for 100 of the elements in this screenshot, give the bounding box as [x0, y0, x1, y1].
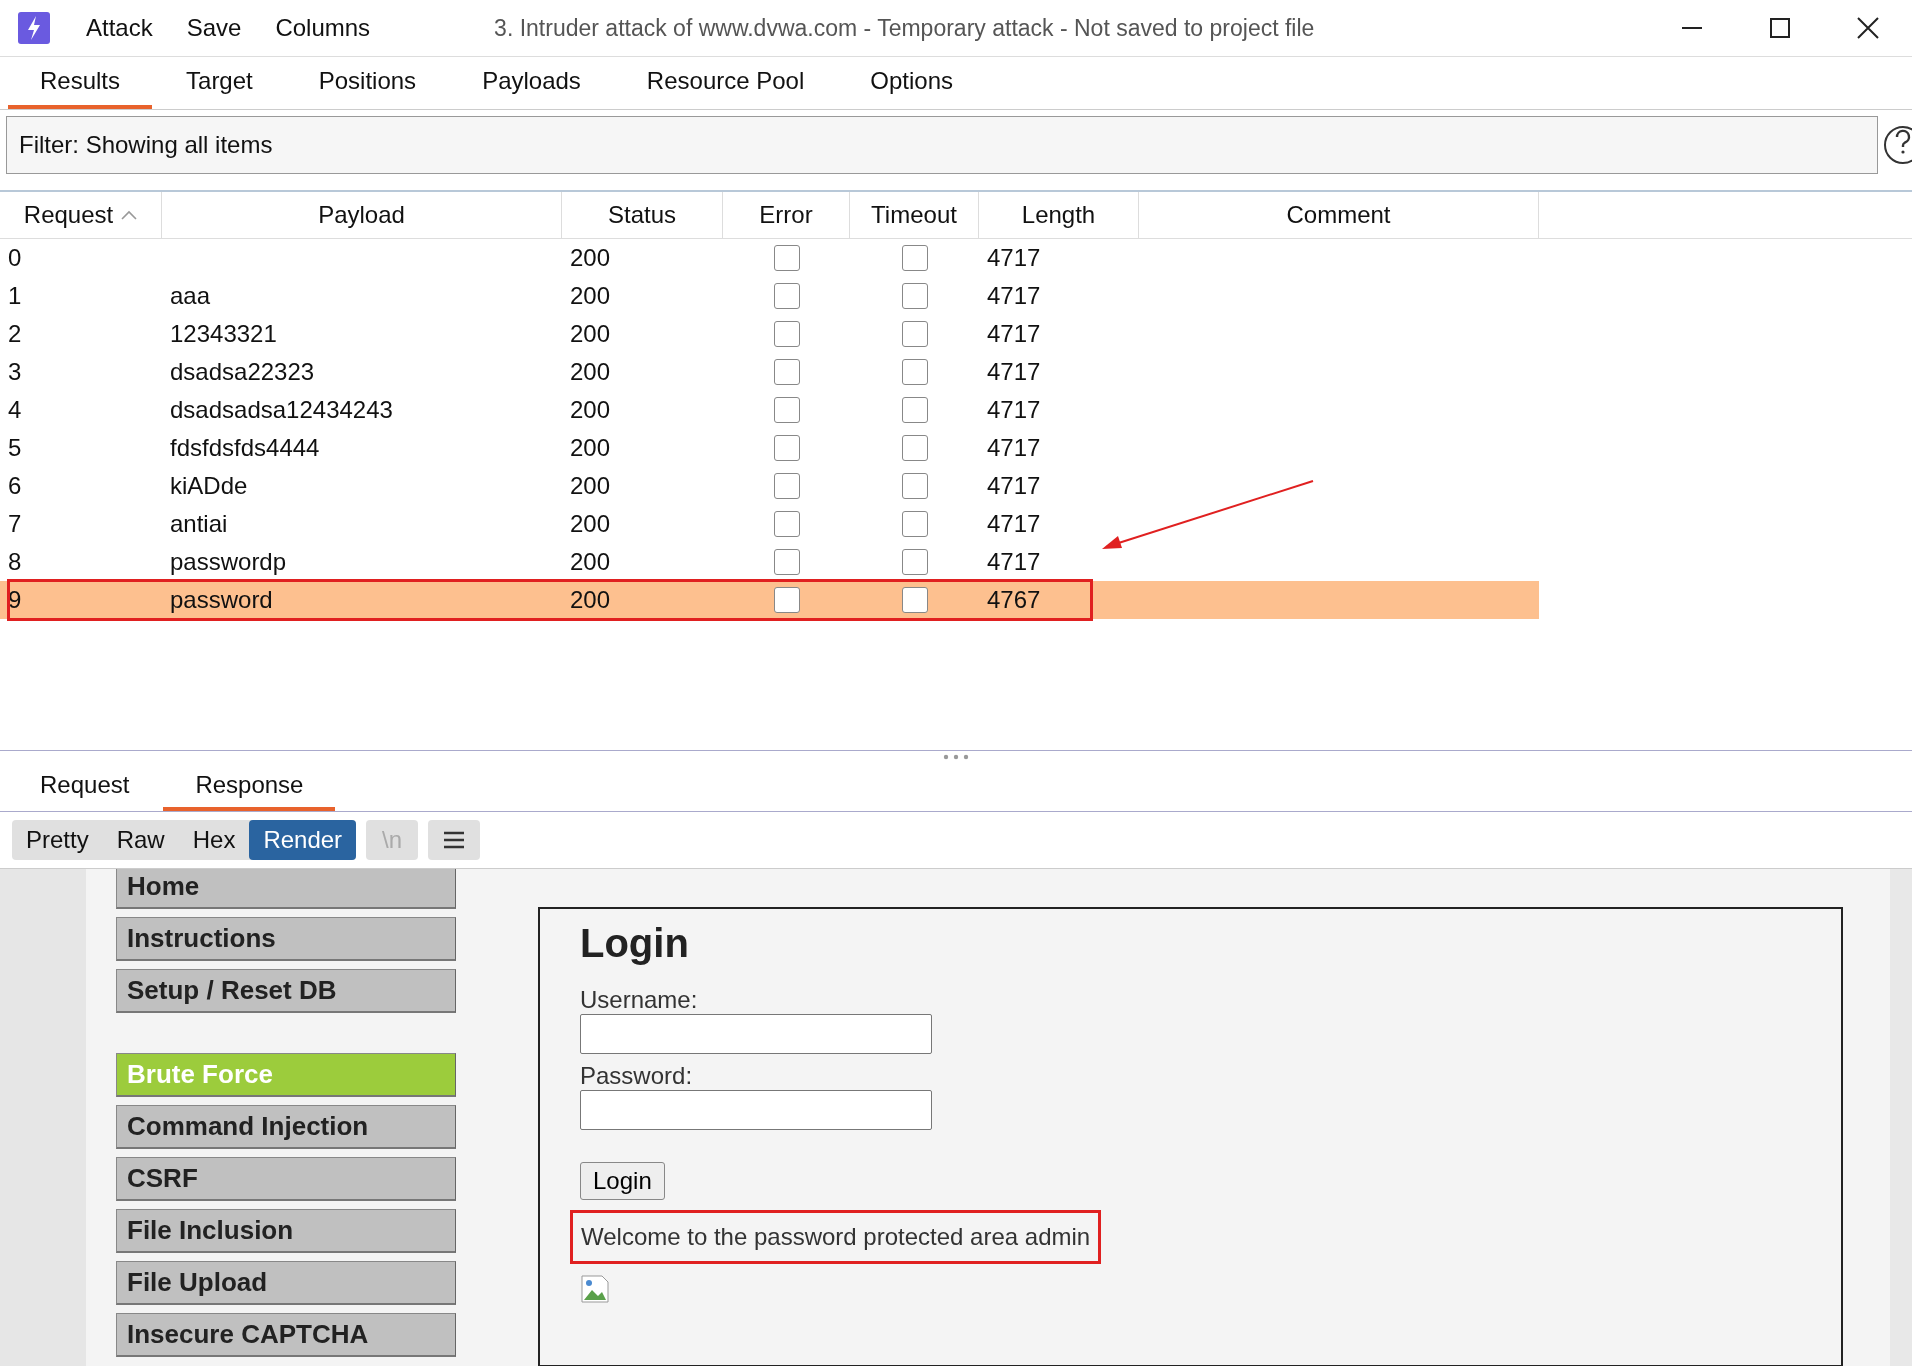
table-cell-text: 200 — [569, 547, 612, 577]
table-cell-text: 4767 — [986, 585, 1042, 615]
view-mode-button[interactable]: Render — [249, 820, 357, 860]
checkbox[interactable] — [901, 435, 928, 461]
nav-menu-item[interactable]: Instructions — [116, 917, 456, 961]
table-cell-text: 3 — [7, 357, 23, 387]
table-cell-text: 2 — [7, 319, 23, 349]
view-mode-button[interactable]: Hex — [178, 820, 250, 860]
tab[interactable]: Resource Pool — [614, 57, 837, 109]
view-mode-button[interactable]: Pretty — [12, 820, 103, 860]
table-cell-text: 4717 — [986, 243, 1042, 273]
table-cell-text: 200 — [569, 243, 612, 273]
nav-menu-item[interactable]: Insecure CAPTCHA — [116, 1313, 456, 1357]
broken-image-icon — [580, 1274, 610, 1304]
checkbox[interactable] — [773, 587, 800, 613]
sort-ascending-icon — [121, 210, 138, 220]
table-cell-text: 1 — [7, 281, 23, 311]
table-cell-text: 4717 — [986, 471, 1042, 501]
checkbox[interactable] — [773, 245, 800, 271]
table-cell-text: 7 — [7, 509, 23, 539]
nav-menu-item[interactable]: CSRF — [116, 1157, 456, 1201]
menu-item[interactable]: Attack — [86, 14, 153, 42]
nav-menu-item[interactable]: File Inclusion — [116, 1209, 456, 1253]
table-cell-text: dsadsadsa12434243 — [169, 395, 394, 425]
menu-icon[interactable] — [442, 830, 467, 850]
column-header[interactable]: Length — [979, 192, 1139, 238]
table-cell-text: 4717 — [986, 433, 1042, 463]
login-button[interactable]: Login — [580, 1162, 665, 1200]
table-cell-text: 4717 — [986, 547, 1042, 577]
filter-bar[interactable]: Filter: Showing all items — [6, 116, 1878, 174]
username-field[interactable] — [580, 1014, 932, 1054]
checkbox[interactable] — [901, 397, 928, 423]
column-header[interactable]: Error — [723, 192, 850, 238]
table-cell-text: 200 — [569, 585, 612, 615]
column-header[interactable]: Request — [0, 192, 162, 238]
help-icon[interactable] — [1884, 126, 1912, 164]
password-field[interactable] — [580, 1090, 932, 1130]
checkbox[interactable] — [901, 549, 928, 575]
nav-menu-item[interactable]: File Upload — [116, 1261, 456, 1305]
checkbox[interactable] — [773, 435, 800, 461]
menu-button[interactable] — [428, 820, 481, 860]
tab[interactable]: Results — [8, 57, 153, 109]
table-cell-text: 200 — [569, 357, 612, 387]
checkbox[interactable] — [773, 473, 800, 499]
checkbox[interactable] — [901, 283, 928, 309]
table-cell-text: 200 — [569, 433, 612, 463]
scrollbar[interactable] — [1890, 869, 1912, 1366]
checkbox[interactable] — [773, 321, 800, 347]
tab[interactable]: Options — [838, 57, 985, 109]
field-label: Username: — [580, 986, 699, 1014]
table-cell-text: antiai — [169, 509, 229, 539]
column-header[interactable]: Timeout — [850, 192, 979, 238]
checkbox[interactable] — [773, 549, 800, 575]
maximize-icon[interactable] — [1770, 18, 1790, 38]
table-cell-text: password — [169, 585, 274, 615]
table-cell-text: 200 — [569, 509, 612, 539]
tab[interactable]: Target — [154, 57, 285, 109]
table-cell-text: 4717 — [986, 395, 1042, 425]
tab[interactable]: Response — [163, 763, 336, 811]
checkbox[interactable] — [901, 587, 928, 613]
checkbox[interactable] — [901, 473, 928, 499]
menu-item[interactable]: Columns — [275, 14, 371, 42]
checkbox[interactable] — [901, 321, 928, 347]
nav-menu-item[interactable]: Home — [116, 869, 456, 909]
column-header[interactable]: Comment — [1139, 192, 1539, 238]
table-cell-text: 200 — [569, 471, 612, 501]
table-cell-text: 200 — [569, 281, 612, 311]
table-cell-text: 200 — [569, 319, 612, 349]
checkbox[interactable] — [773, 511, 800, 537]
table-cell-text: 4717 — [986, 281, 1042, 311]
tab[interactable]: Request — [8, 763, 162, 811]
table-cell-text: passwordp — [169, 547, 288, 577]
column-header[interactable]: Status — [562, 192, 723, 238]
checkbox[interactable] — [901, 511, 928, 537]
checkbox[interactable] — [901, 359, 928, 385]
table-cell-text: 4717 — [986, 319, 1042, 349]
checkbox[interactable] — [773, 283, 800, 309]
table-cell-text: 12343321 — [169, 319, 278, 349]
tab[interactable]: Positions — [286, 57, 449, 109]
nav-menu-item[interactable]: Command Injection — [116, 1105, 456, 1149]
table-cell-text: 200 — [569, 395, 612, 425]
table-cell-text: 0 — [7, 243, 23, 273]
table-cell-text: 6 — [7, 471, 23, 501]
drag-handle-icon[interactable] — [943, 754, 969, 760]
table-cell-text: 4717 — [986, 509, 1042, 539]
menu-item[interactable]: Save — [186, 14, 242, 42]
checkbox[interactable] — [901, 245, 928, 271]
welcome-message: Welcome to the password protected area admin — [570, 1210, 1102, 1264]
tab[interactable]: Payloads — [450, 57, 613, 109]
table-cell-text: 4717 — [986, 357, 1042, 387]
window-title: 3. Intruder attack of www.dvwa.com - Temporary attack - Not saved to project file — [494, 14, 1316, 42]
close-icon[interactable] — [1857, 17, 1879, 39]
table-cell-text: 5 — [7, 433, 23, 463]
checkbox[interactable] — [773, 359, 800, 385]
nav-menu-item[interactable]: Setup / Reset DB — [116, 969, 456, 1013]
table-cell-text: fdsfdsfds4444 — [169, 433, 321, 463]
view-mode-button[interactable]: Raw — [102, 820, 179, 860]
column-header[interactable]: Payload — [162, 192, 562, 238]
field-label: Password: — [580, 1062, 694, 1090]
checkbox[interactable] — [773, 397, 800, 423]
